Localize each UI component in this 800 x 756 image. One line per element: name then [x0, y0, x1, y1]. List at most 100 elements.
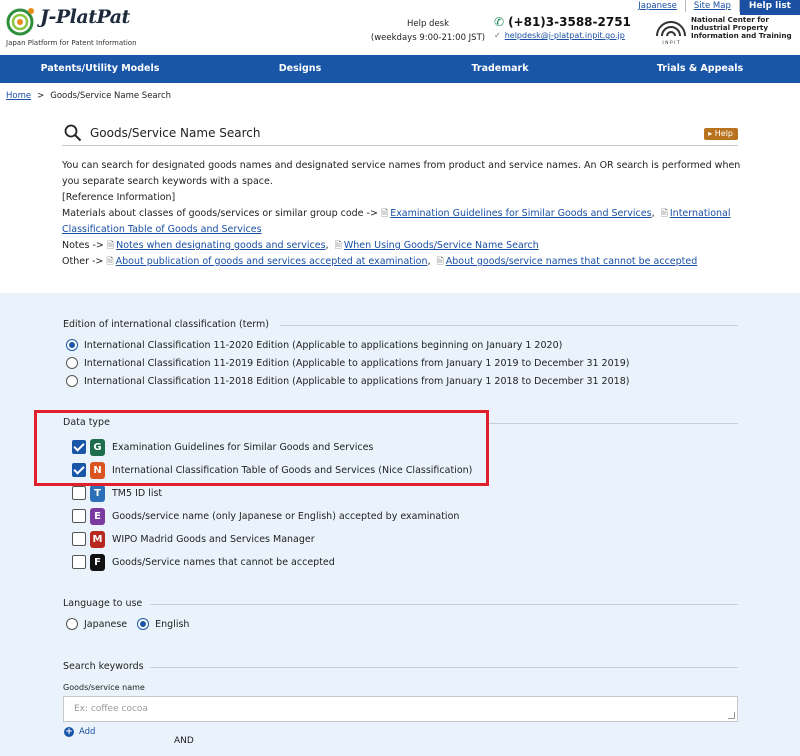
email-link[interactable]: helpdesk@j-platpat.inpit.go.jp: [505, 31, 625, 40]
edition-option-label: International Classification 11-2019 Edi…: [84, 357, 630, 369]
mail-icon: ✓: [494, 31, 501, 40]
section-divider: [488, 423, 738, 424]
goods-service-name-placeholder: Ex: coffee cocoa: [74, 704, 148, 714]
breadcrumb: Home > Goods/Service Name Search: [6, 91, 171, 101]
add-keyword-label: Add: [79, 727, 96, 737]
highlight-box: [34, 410, 489, 486]
materials-line: Materials about classes of goods/service…: [62, 208, 731, 235]
notes-prefix: Notes ->: [62, 240, 104, 251]
search-keywords-label: Search keywords: [63, 661, 144, 672]
edition-option-label: International Classification 11-2018 Edi…: [84, 375, 630, 387]
page-title-bar: Goods/Service Name Search ▸ Help: [62, 120, 738, 146]
inpit-name: National Center for Industrial Property …: [691, 16, 792, 40]
checkbox-data-type-m[interactable]: [72, 532, 86, 546]
badge-t-icon: T: [90, 484, 105, 502]
data-type-e[interactable]: E Goods/service name (only Japanese or E…: [72, 507, 459, 525]
data-type-label-f: Goods/Service names that cannot be accep…: [112, 556, 335, 568]
data-type-f[interactable]: F Goods/Service names that cannot be acc…: [72, 553, 335, 571]
materials-prefix: Materials about classes of goods/service…: [62, 208, 378, 219]
notes-line: Notes -> 🗎 Notes when designating goods an…: [62, 240, 539, 251]
language-english-label: English: [155, 618, 190, 630]
helpdesk-label: Help desk: [406, 19, 450, 29]
badge-f-icon: F: [90, 553, 105, 571]
help-list-button[interactable]: Help list: [739, 0, 800, 15]
nav-trials-appeals[interactable]: Trials & Appeals: [600, 55, 800, 83]
document-icon: 🗎: [660, 209, 668, 219]
link-cannot-be-accepted[interactable]: About goods/service names that cannot be…: [446, 256, 698, 267]
page-title: Goods/Service Name Search: [90, 126, 261, 140]
data-type-label-t: TM5 ID list: [112, 487, 163, 499]
help-button-label: Help: [714, 129, 733, 138]
help-button[interactable]: ▸ Help: [704, 128, 738, 140]
other-line: Other -> 🗎 About publication of goods and …: [62, 256, 698, 267]
language-options: Japanese English: [66, 617, 189, 631]
helpdesk-email[interactable]: ✓ helpdesk@j-platpat.inpit.go.jp: [494, 31, 625, 40]
inpit-line-3: Information and Training: [691, 31, 792, 40]
section-divider: [280, 325, 738, 326]
checkbox-data-type-f[interactable]: [72, 555, 86, 569]
document-icon: 🗎: [334, 241, 342, 251]
language-japanese-label: Japanese: [84, 618, 128, 630]
header: J-PlatPat Japan Platform for Patent Info…: [0, 0, 800, 55]
helpdesk-hours: (weekdays 9:00-21:00 JST): [370, 33, 486, 43]
goods-service-name-label: Goods/service name: [63, 683, 145, 692]
link-when-using-search[interactable]: When Using Goods/Service Name Search: [344, 240, 539, 251]
nav-designs[interactable]: Designs: [200, 55, 400, 83]
data-type-label-m: WIPO Madrid Goods and Services Manager: [112, 533, 315, 545]
link-notes-designating[interactable]: Notes when designating goods and service…: [116, 240, 325, 251]
link-exam-guidelines[interactable]: Examination Guidelines for Similar Goods…: [390, 208, 651, 219]
goods-service-name-input[interactable]: Ex: coffee cocoa: [63, 696, 738, 722]
radio-language-english[interactable]: [137, 618, 150, 630]
breadcrumb-current: Goods/Service Name Search: [50, 91, 172, 101]
data-type-m[interactable]: M WIPO Madrid Goods and Services Manager: [72, 530, 315, 548]
badge-m-icon: M: [90, 530, 105, 548]
jplatpat-logo[interactable]: J-PlatPat Japan Platform for Patent Info…: [6, 6, 146, 48]
edition-option-2018[interactable]: International Classification 11-2018 Edi…: [66, 374, 629, 388]
data-type-label-e: Goods/service name (only Japanese or Eng…: [112, 510, 460, 522]
edition-option-label: International Classification 11-2020 Edi…: [84, 339, 563, 351]
logo-subtitle: Japan Platform for Patent Information: [6, 39, 137, 47]
checkbox-data-type-e[interactable]: [72, 509, 86, 523]
section-divider: [150, 667, 738, 668]
document-icon: 🗎: [436, 257, 444, 267]
reference-info: [Reference Information]: [62, 192, 176, 203]
nav-patents[interactable]: Patents/Utility Models: [0, 55, 200, 83]
and-operator-label: AND: [174, 736, 194, 746]
intro-text: You can search for designated goods name…: [62, 158, 742, 270]
inpit-logo[interactable]: I N P I T National Center for Industrial…: [654, 16, 794, 46]
radio-edition-2020[interactable]: [66, 339, 78, 351]
main-nav: Patents/Utility Models Designs Trademark…: [0, 55, 800, 83]
edition-option-2019[interactable]: International Classification 11-2019 Edi…: [66, 356, 629, 370]
inpit-mark-icon: I N P I T: [656, 21, 686, 46]
section-divider: [150, 604, 738, 605]
top-links: Japanese Site Map Help list: [630, 0, 800, 15]
radio-language-japanese[interactable]: [66, 618, 78, 630]
logo-text: J-PlatPat: [40, 6, 130, 28]
badge-e-icon: E: [90, 507, 105, 525]
intro-description: You can search for designated goods name…: [62, 160, 741, 187]
japanese-link[interactable]: Japanese: [630, 0, 686, 12]
radio-edition-2019[interactable]: [66, 357, 78, 369]
data-type-t[interactable]: T TM5 ID list: [72, 484, 162, 502]
link-publication-accepted[interactable]: About publication of goods and services …: [116, 256, 428, 267]
breadcrumb-home[interactable]: Home: [6, 91, 31, 101]
nav-trademark[interactable]: Trademark: [400, 55, 600, 83]
inpit-mark-text: I N P I T: [662, 40, 679, 46]
jplatpat-logo-mark-icon: [6, 8, 34, 36]
document-icon: 🗎: [106, 257, 114, 267]
add-keyword-button[interactable]: + Add: [64, 727, 95, 737]
document-icon: 🗎: [380, 209, 389, 219]
site-map-link[interactable]: Site Map: [686, 0, 740, 12]
helpdesk-info: Help desk (weekdays 9:00-21:00 JST): [368, 17, 488, 45]
other-prefix: Other ->: [62, 256, 104, 267]
radio-edition-2018[interactable]: [66, 375, 78, 387]
plus-circle-icon: +: [64, 727, 74, 737]
edition-option-2020[interactable]: International Classification 11-2020 Edi…: [66, 338, 562, 352]
phone-number: (+81)3-3588-2751: [508, 15, 631, 29]
document-icon: 🗎: [106, 241, 115, 251]
resize-handle-icon[interactable]: [728, 712, 735, 719]
checkbox-data-type-t[interactable]: [72, 486, 86, 500]
edition-label: Edition of international classification …: [63, 319, 269, 330]
breadcrumb-separator: >: [37, 91, 45, 101]
search-icon: [64, 124, 82, 142]
